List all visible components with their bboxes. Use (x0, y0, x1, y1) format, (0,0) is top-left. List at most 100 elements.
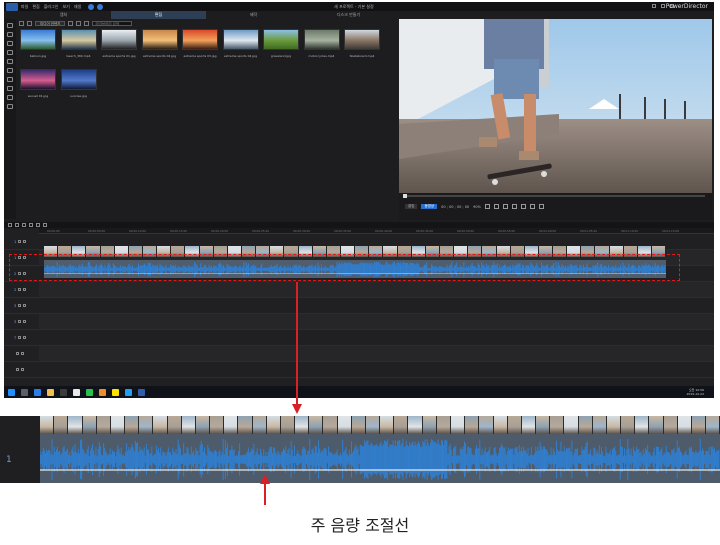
movie-mode-button[interactable]: 동영상 (421, 204, 438, 209)
view-image-icon[interactable] (76, 20, 82, 26)
scrubber-handle[interactable] (403, 194, 407, 198)
tab-produce[interactable]: 제작 (206, 11, 301, 19)
plugin-icon[interactable] (27, 20, 32, 26)
maximize-icon[interactable] (661, 4, 665, 8)
track-lock-icon[interactable] (18, 320, 22, 323)
track-visibility-icon[interactable] (23, 304, 27, 307)
library-item[interactable]: grassland.jpg (261, 29, 301, 58)
track-lane[interactable] (39, 330, 714, 346)
track-visibility-icon[interactable] (23, 336, 27, 339)
media-room-icon[interactable] (7, 23, 13, 28)
previous-frame-icon[interactable] (502, 204, 508, 209)
import-icon[interactable] (19, 20, 24, 26)
track-visibility-icon[interactable] (23, 288, 27, 291)
library-item[interactable]: extreme sports 01.jpg (99, 29, 139, 58)
snapshot-icon[interactable] (520, 204, 526, 209)
settings-icon[interactable] (97, 3, 104, 10)
menu-view[interactable]: 보기 (62, 4, 69, 10)
edge-icon[interactable] (34, 388, 41, 396)
upload-icon[interactable] (88, 3, 95, 10)
timeline-tool-icon[interactable] (29, 223, 33, 227)
library-item[interactable]: sunrise.jpg (59, 69, 99, 98)
track-lock-icon[interactable] (16, 368, 19, 371)
track-lane[interactable] (39, 346, 714, 362)
track-lane[interactable] (39, 298, 714, 314)
library-item[interactable]: sunset 01.jpg (18, 69, 58, 98)
voice-over-icon[interactable] (7, 86, 13, 91)
filmstrip-frame (706, 416, 720, 434)
track-visibility-icon[interactable] (21, 352, 24, 355)
filmstrip-frame (40, 416, 55, 434)
track-lane[interactable] (39, 362, 714, 378)
library-item[interactable]: balloon.jpg (18, 29, 58, 58)
library-item[interactable]: beach_360.mp4 (59, 29, 99, 58)
library-search-input[interactable]: 라이브러리 검색 (92, 20, 133, 26)
library-item[interactable]: extreme sports 02.jpg (140, 29, 180, 58)
app-orange-icon[interactable] (99, 388, 106, 396)
particle-room-icon[interactable] (7, 50, 13, 55)
clip-mode-button[interactable]: 클립 (405, 204, 418, 209)
track-visibility-icon[interactable] (23, 320, 27, 323)
tab-create-disc[interactable]: 디스크 만들기 (301, 11, 396, 19)
track-lane[interactable] (39, 282, 714, 298)
app-blue-icon[interactable] (125, 388, 132, 396)
track-header[interactable]: 2 (4, 282, 39, 298)
track-visibility-icon[interactable] (21, 368, 24, 371)
track-header[interactable]: 1 (4, 234, 39, 250)
windows-start-icon[interactable] (8, 388, 15, 396)
track-header[interactable]: T (4, 330, 39, 346)
play-icon[interactable] (484, 204, 490, 209)
timeline-tool-icon[interactable] (36, 223, 40, 227)
track-visibility-icon[interactable] (23, 240, 27, 243)
powerdirector-taskbar-icon[interactable] (138, 388, 145, 396)
track-lock-icon[interactable] (18, 240, 22, 243)
timeline-tool-icon[interactable] (22, 223, 26, 227)
timeline-tool-icon[interactable] (15, 223, 19, 227)
menu-playback[interactable]: 재생 (74, 4, 81, 10)
track-lane[interactable] (39, 314, 714, 330)
stop-icon[interactable] (493, 204, 499, 209)
library-item[interactable]: motorcycles.mp4 (302, 29, 342, 58)
chapter-room-icon[interactable] (7, 95, 13, 100)
view-video-icon[interactable] (68, 20, 74, 26)
store-icon[interactable] (60, 388, 67, 396)
track-lock-icon[interactable] (18, 304, 22, 307)
track-header[interactable] (4, 346, 39, 362)
pip-room-icon[interactable] (7, 41, 13, 46)
audio-mixing-icon[interactable] (7, 77, 13, 82)
track-lock-icon[interactable] (16, 352, 19, 355)
zoomed-audio-clip[interactable] (40, 434, 720, 483)
title-room-icon[interactable] (7, 59, 13, 64)
volume-icon[interactable] (529, 204, 535, 209)
tab-edit[interactable]: 편집 (111, 11, 206, 19)
next-frame-icon[interactable] (511, 204, 517, 209)
track-lock-icon[interactable] (18, 288, 22, 291)
menu-file[interactable]: 파일 (21, 4, 28, 10)
track-header[interactable]: 3 (4, 314, 39, 330)
fullscreen-icon[interactable] (538, 204, 544, 209)
track-header[interactable] (4, 362, 39, 378)
library-item[interactable]: Skateboard.mp4 (342, 29, 382, 58)
effect-room-icon[interactable] (7, 32, 13, 37)
kakaotalk-icon[interactable] (112, 388, 119, 396)
preview-scrubber[interactable] (403, 194, 705, 198)
menu-edit[interactable]: 편집 (32, 4, 39, 10)
library-item[interactable]: extreme sports 03.jpg (180, 29, 220, 58)
view-audio-icon[interactable] (84, 20, 90, 26)
tab-capture[interactable]: 캡처 (16, 11, 111, 19)
transition-room-icon[interactable] (7, 68, 13, 73)
library-filter-dropdown[interactable]: 미디어 컨텐츠 (35, 20, 66, 26)
track-header[interactable]: 3 (4, 298, 39, 314)
explorer-icon[interactable] (47, 388, 54, 396)
photo-app-icon[interactable] (73, 388, 80, 396)
zoom-level[interactable]: 90% (473, 205, 481, 209)
timeline-tool-icon[interactable] (8, 223, 12, 227)
library-item[interactable]: extreme sports 04.jpg (221, 29, 261, 58)
subtitle-room-icon[interactable] (7, 104, 13, 109)
taskbar-search-icon[interactable] (21, 388, 28, 396)
timeline-tool-icon[interactable] (43, 223, 47, 227)
menu-plugins[interactable]: 플러그인 (44, 4, 59, 10)
minimize-icon[interactable] (652, 4, 656, 8)
track-lock-icon[interactable] (18, 336, 22, 339)
line-icon[interactable] (86, 388, 93, 396)
